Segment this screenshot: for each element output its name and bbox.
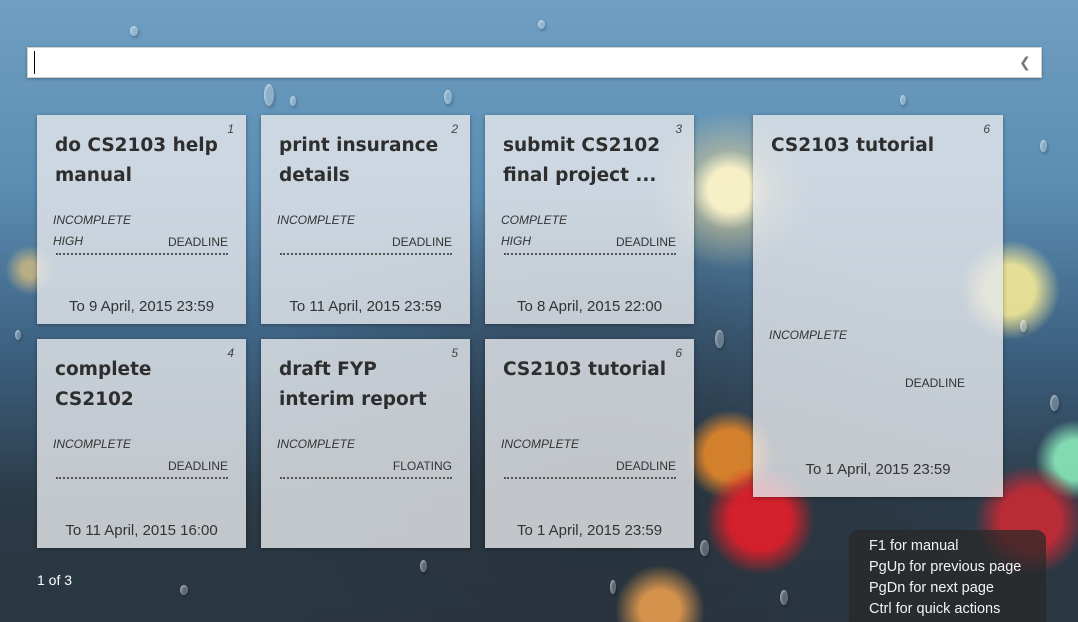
task-title: CS2103 tutorial [503, 359, 667, 380]
task-date: To 11 April, 2015 23:59 [289, 298, 442, 315]
task-priority: HIGH [501, 234, 531, 248]
task-date: To 8 April, 2015 22:00 [516, 298, 663, 315]
help-line: Ctrl for quick actions [869, 601, 1001, 617]
task-card[interactable]: 4 complete CS2102 assignment INCOMPLETE … [37, 339, 246, 548]
task-card[interactable]: 2 print insurance details INCOMPLETE DEA… [261, 115, 470, 324]
page-indicator: 1 of 3 [37, 572, 73, 588]
task-title: draft FYP interim report [279, 359, 427, 410]
task-type: DEADLINE [904, 376, 965, 390]
task-type: DEADLINE [167, 235, 228, 249]
help-panel: F1 for manual PgUp for previous page PgD… [849, 530, 1046, 622]
divider [504, 253, 676, 255]
help-line: PgUp for previous page [869, 559, 1022, 575]
task-type: DEADLINE [391, 235, 452, 249]
task-title: do CS2103 help manual [55, 135, 218, 186]
task-status: INCOMPLETE [769, 328, 848, 342]
task-type: DEADLINE [615, 235, 676, 249]
task-status: COMPLETE [501, 213, 568, 227]
help-line: PgDn for next page [869, 580, 994, 596]
task-status: INCOMPLETE [53, 213, 132, 227]
chevron-left-icon[interactable]: ❮ [1017, 54, 1033, 72]
task-title: CS2103 tutorial [771, 135, 935, 156]
task-priority: HIGH [53, 234, 83, 248]
divider [504, 477, 676, 479]
command-bar: ❮ [27, 47, 1042, 78]
task-title: print insurance details [279, 135, 439, 186]
task-status: INCOMPLETE [501, 437, 580, 451]
divider [56, 253, 228, 255]
task-card[interactable]: 5 draft FYP interim report INCOMPLETE FL… [261, 339, 470, 548]
task-type: DEADLINE [167, 459, 228, 473]
task-card[interactable]: 1 do CS2103 help manual INCOMPLETE HIGH … [37, 115, 246, 324]
expanded-task-card[interactable]: 6 CS2103 tutorial INCOMPLETE DEADLINE To… [753, 115, 1003, 497]
task-type: DEADLINE [615, 459, 676, 473]
task-status: INCOMPLETE [277, 213, 356, 227]
task-type: FLOATING [392, 459, 452, 473]
divider [56, 477, 228, 479]
divider [280, 253, 452, 255]
task-date: To 9 April, 2015 23:59 [68, 298, 215, 315]
command-input[interactable] [34, 51, 994, 74]
task-number: 6 [983, 122, 990, 136]
task-date: To 11 April, 2015 16:00 [65, 522, 218, 539]
task-date: To 1 April, 2015 23:59 [805, 461, 951, 478]
task-date: To 1 April, 2015 23:59 [516, 522, 663, 539]
task-card[interactable]: 6 CS2103 tutorial INCOMPLETE DEADLINE To… [485, 339, 694, 548]
task-card[interactable]: 3 submit CS2102 final project ... COMPLE… [485, 115, 694, 324]
divider [280, 477, 452, 479]
task-status: INCOMPLETE [277, 437, 356, 451]
task-title: submit CS2102 final project ... [503, 135, 661, 186]
help-line: F1 for manual [869, 538, 959, 554]
task-title: complete CS2102 assignment [55, 359, 152, 410]
task-status: INCOMPLETE [53, 437, 132, 451]
